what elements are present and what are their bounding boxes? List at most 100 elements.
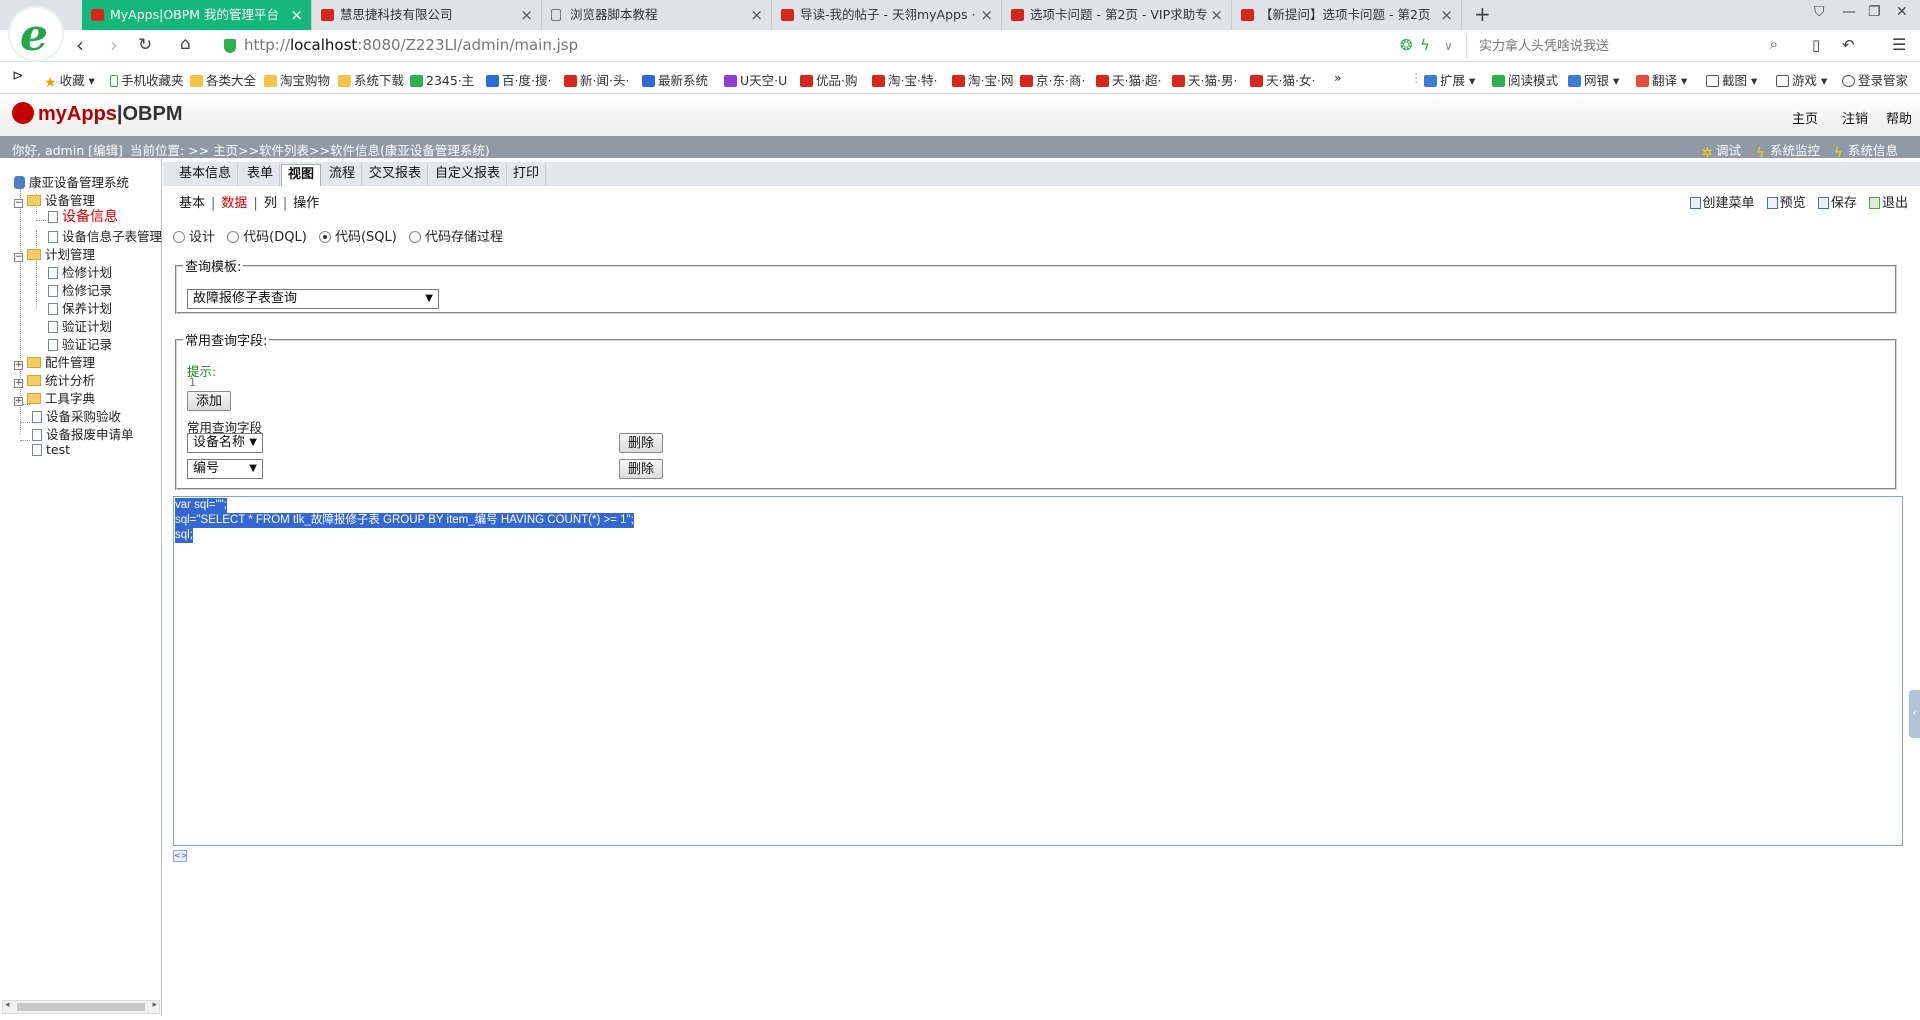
delete-field-button[interactable]: 删除 [619,433,664,453]
collapse-icon[interactable]: − [14,253,23,262]
browser-tab-new-question[interactable]: 【新提问】选项卡问题 - 第2页 × [1232,0,1462,30]
reload-icon[interactable]: ↻ [138,35,152,55]
tab-print[interactable]: 打印 [507,164,547,186]
scrollbar-thumb[interactable] [17,1003,145,1011]
nav-logout-link[interactable]: 注销 [1842,108,1868,127]
fav-taobao[interactable]: 淘·宝·网 [952,70,1013,89]
tab-close-icon[interactable]: × [1210,0,1223,30]
fav-2345[interactable]: 2345·主 [410,70,474,89]
fav-taobao-special[interactable]: 淘·宝·特· [872,70,937,89]
add-field-button[interactable]: 添加 [187,391,232,411]
create-menu-button[interactable]: 创建菜单 [1689,196,1755,211]
browser-tab-vip-help[interactable]: 选项卡问题 - 第2页 - VIP求助专 × [1002,0,1232,30]
editor-toggle-icon[interactable]: <> [173,850,187,862]
tree-root[interactable]: 康亚设备管理系统 [14,172,129,191]
tree-node-scrap-request[interactable]: 设备报废申请单 [32,424,134,443]
field-select-device-name[interactable]: 设备名称 ▼ [187,433,263,453]
menu-icon[interactable]: ☰ [1892,35,1906,54]
expand-icon[interactable]: + [14,379,23,388]
tree-node-device-info[interactable]: 设备信息 [48,206,118,226]
mode-sql-radio[interactable]: 代码(SQL) [318,230,397,245]
tree-node-upkeep-plan[interactable]: 保养计划 [48,298,112,317]
fav-youpin[interactable]: 优品·购 [800,70,857,89]
fav-mobile[interactable]: 手机收藏夹 [110,70,184,89]
search-icon[interactable]: ⌕ [1770,35,1778,53]
exit-button[interactable]: 退出 [1868,196,1908,211]
forward-arrow-icon[interactable]: › [110,33,118,57]
tab-cross-report[interactable]: 交叉报表 [363,164,429,186]
delete-field-button[interactable]: 删除 [619,459,664,479]
home-icon[interactable]: ⌂ [180,34,191,54]
url-field[interactable]: http://localhost:8080/Z223LI/admin/main.… [244,36,578,54]
browser-tab-myapps[interactable]: MyApps|OBPM 我的管理平台 × [82,0,312,30]
subtab-basic[interactable]: 基本 [179,196,205,211]
tree-node-tool-dictionary[interactable]: + 工具字典 [14,388,95,407]
tree-node-verification-plan[interactable]: 验证计划 [48,316,112,335]
save-button[interactable]: 保存 [1817,196,1857,211]
system-info-link[interactable]: ϟ 系统信息 [1834,140,1898,160]
tree-node-verification-record[interactable]: 验证记录 [48,334,112,353]
scroll-right-icon[interactable]: ▸ [152,1000,157,1010]
tool-games[interactable]: 游戏 ▾ [1776,70,1827,89]
expand-icon[interactable]: + [14,397,23,406]
tool-reading-mode[interactable]: 阅读模式 [1492,70,1558,89]
maximize-button[interactable]: ❐ [1868,4,1881,20]
tool-screenshot[interactable]: 截图 ▾ [1706,70,1757,89]
tree-node-maintenance-plan[interactable]: 检修计划 [48,262,112,281]
tab-form[interactable]: 表单 [241,164,281,186]
subtab-columns[interactable]: 列 [264,196,277,211]
tab-close-icon[interactable]: × [290,0,303,30]
sql-code-editor[interactable]: var sql=""; sql="SELECT * FROM tlk_故障报修子… [173,496,1903,846]
close-window-button[interactable]: ✕ [1896,4,1908,20]
debug-link[interactable]: ✲ 调试 [1702,140,1741,160]
field-select-number[interactable]: 编号 ▼ [187,459,263,479]
tab-close-icon[interactable]: × [980,0,993,30]
browser-tab-script-tutorial[interactable]: 浏览器脚本教程 × [542,0,772,30]
sidebar-horizontal-scrollbar[interactable]: ◂ ▸ [2,1000,160,1014]
fav-news[interactable]: 新·闻·头· [564,70,629,89]
tab-close-icon[interactable]: × [520,0,533,30]
phone-icon[interactable]: ▯ [1812,36,1820,54]
collapse-icon[interactable]: − [14,199,23,208]
search-input[interactable] [1467,34,1747,56]
undo-icon[interactable]: ↶ [1842,36,1855,54]
fav-tmall-men[interactable]: 天·猫·男· [1172,70,1237,89]
new-tab-button[interactable]: + [1474,2,1491,26]
tab-flow[interactable]: 流程 [323,164,363,186]
tool-ebank[interactable]: 网银 ▾ [1568,70,1619,89]
query-template-select[interactable]: 故障报修子表查询 ▼ [187,289,439,309]
collapse-panel-handle[interactable]: ‹ [1909,690,1920,738]
fav-more[interactable]: » [1334,70,1342,85]
tree-node-parts-management[interactable]: + 配件管理 [14,352,95,371]
fav-baidu[interactable]: 百·度·搜· [486,70,551,89]
fav-u-sky[interactable]: U天空·U [724,70,787,89]
expand-icon[interactable]: + [14,361,23,370]
sidebar-toggle-icon[interactable]: ⊳ [12,68,24,84]
mode-procedure-radio[interactable]: 代码存储过程 [408,230,503,245]
tab-view[interactable]: 视图 [281,164,322,186]
skin-icon[interactable]: ⛉ [1814,4,1825,20]
mode-design-radio[interactable]: 设计 [173,230,215,245]
mode-dql-radio[interactable]: 代码(DQL) [227,230,307,245]
tab-close-icon[interactable]: × [750,0,763,30]
fav-jd[interactable]: 京·东·商· [1020,70,1085,89]
browser-tab-huisijie[interactable]: 慧思捷科技有限公司 × [312,0,542,30]
fav-tmall-super[interactable]: 天·猫·超· [1096,70,1161,89]
tree-node-plan-management[interactable]: − 计划管理 [14,244,95,263]
nav-home-link[interactable]: 主页 [1792,108,1818,127]
tool-translate[interactable]: 翻译 ▾ [1636,70,1687,89]
tree-node-device-info-subtable[interactable]: 设备信息子表管理 [48,226,162,245]
scroll-left-icon[interactable]: ◂ [5,1000,10,1010]
tree-node-test[interactable]: test [32,442,70,457]
tree-node-statistics[interactable]: + 统计分析 [14,370,95,389]
speed-mode-icon[interactable]: ❂ [1400,36,1413,54]
browser-tab-my-posts[interactable]: 导读-我的帖子 - 天翎myApps · × [772,0,1002,30]
tab-close-icon[interactable]: × [1440,0,1453,30]
subtab-operations[interactable]: 操作 [293,196,319,211]
lightning-icon[interactable]: ϟ [1420,36,1430,54]
fav-all[interactable]: 各类大全 [190,70,256,89]
fav-latest-system[interactable]: 最新系统 [642,70,708,89]
fav-tmall-women[interactable]: 天·猫·女· [1250,70,1315,89]
fav-taobao-shop[interactable]: 淘宝购物 [264,70,330,89]
nav-help-link[interactable]: 帮助 [1886,108,1912,127]
